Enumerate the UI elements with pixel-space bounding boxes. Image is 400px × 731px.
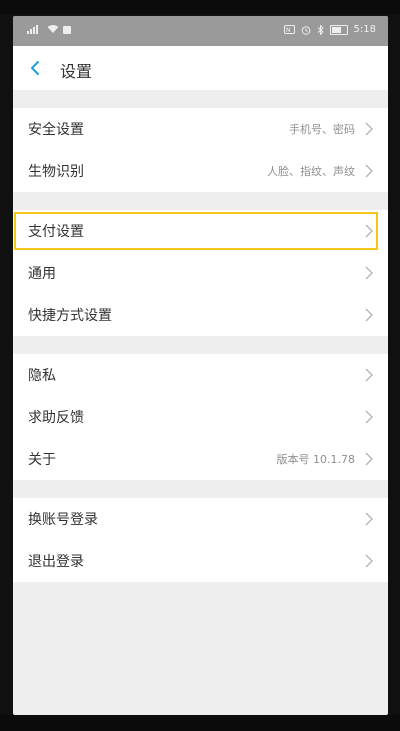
settings-row-payment[interactable]: 支付设置 [13, 210, 388, 252]
row-label: 通用 [28, 266, 56, 282]
settings-row-biometrics[interactable]: 生物识别 人脸、指纹、声纹 [13, 150, 388, 192]
battery-icon [329, 24, 348, 35]
row-value: 版本号 10.1.78 [276, 453, 355, 466]
settings-group-session: 换账号登录 退出登录 [13, 498, 388, 582]
chevron-right-icon [365, 164, 373, 178]
settings-row-switch-account[interactable]: 换账号登录 [13, 498, 388, 540]
svg-text:N: N [286, 27, 291, 34]
device-top-bezel [0, 0, 400, 14]
status-left [27, 25, 71, 34]
settings-row-logout[interactable]: 退出登录 [13, 540, 388, 582]
settings-row-shortcuts[interactable]: 快捷方式设置 [13, 294, 388, 336]
chevron-right-icon [365, 512, 373, 526]
status-time: 5:18 [353, 24, 376, 35]
settings-row-general[interactable]: 通用 [13, 252, 388, 294]
chevron-right-icon [365, 368, 373, 382]
row-label: 关于 [28, 452, 56, 468]
chevron-left-icon [31, 61, 39, 75]
chevron-right-icon [365, 452, 373, 466]
row-label: 求助反馈 [28, 410, 84, 426]
row-label: 快捷方式设置 [28, 308, 112, 324]
chevron-right-icon [365, 224, 373, 238]
settings-row-privacy[interactable]: 隐私 [13, 354, 388, 396]
app-screen: N 5:18 设置 安全设置 手机号、密码 生物识别 人脸、指纹、声纹 支付设置… [13, 16, 388, 715]
back-button[interactable] [25, 56, 47, 80]
settings-row-feedback[interactable]: 求助反馈 [13, 396, 388, 438]
chevron-right-icon [365, 308, 373, 322]
bluetooth-icon [317, 24, 324, 35]
settings-row-security[interactable]: 安全设置 手机号、密码 [13, 108, 388, 150]
row-label: 退出登录 [28, 554, 84, 570]
wifi-icon [47, 25, 59, 33]
page-title: 设置 [60, 62, 93, 81]
device-frame: N 5:18 设置 安全设置 手机号、密码 生物识别 人脸、指纹、声纹 支付设置… [0, 0, 400, 731]
alarm-icon [301, 25, 310, 35]
row-label: 支付设置 [28, 224, 84, 240]
row-label: 安全设置 [28, 122, 84, 138]
chevron-right-icon [365, 410, 373, 424]
settings-group-general: 支付设置 通用 快捷方式设置 [13, 210, 388, 336]
row-label: 隐私 [28, 368, 56, 384]
app-header: 设置 [13, 46, 388, 90]
row-label: 换账号登录 [28, 512, 98, 528]
device-bottom-bezel [0, 715, 400, 731]
signal-icon [27, 25, 38, 34]
chevron-right-icon [365, 266, 373, 280]
settings-group-info: 隐私 求助反馈 关于 版本号 10.1.78 [13, 354, 388, 480]
row-label: 生物识别 [28, 164, 84, 180]
status-bar: N 5:18 [13, 16, 388, 46]
nfc-icon: N [283, 25, 295, 34]
chevron-right-icon [365, 122, 373, 136]
row-value: 手机号、密码 [289, 123, 355, 136]
status-right: N 5:18 [283, 24, 376, 35]
row-value: 人脸、指纹、声纹 [267, 165, 355, 178]
settings-row-about[interactable]: 关于 版本号 10.1.78 [13, 438, 388, 480]
chevron-right-icon [365, 554, 373, 568]
settings-group-account: 安全设置 手机号、密码 生物识别 人脸、指纹、声纹 [13, 108, 388, 192]
notification-icon [63, 25, 71, 34]
